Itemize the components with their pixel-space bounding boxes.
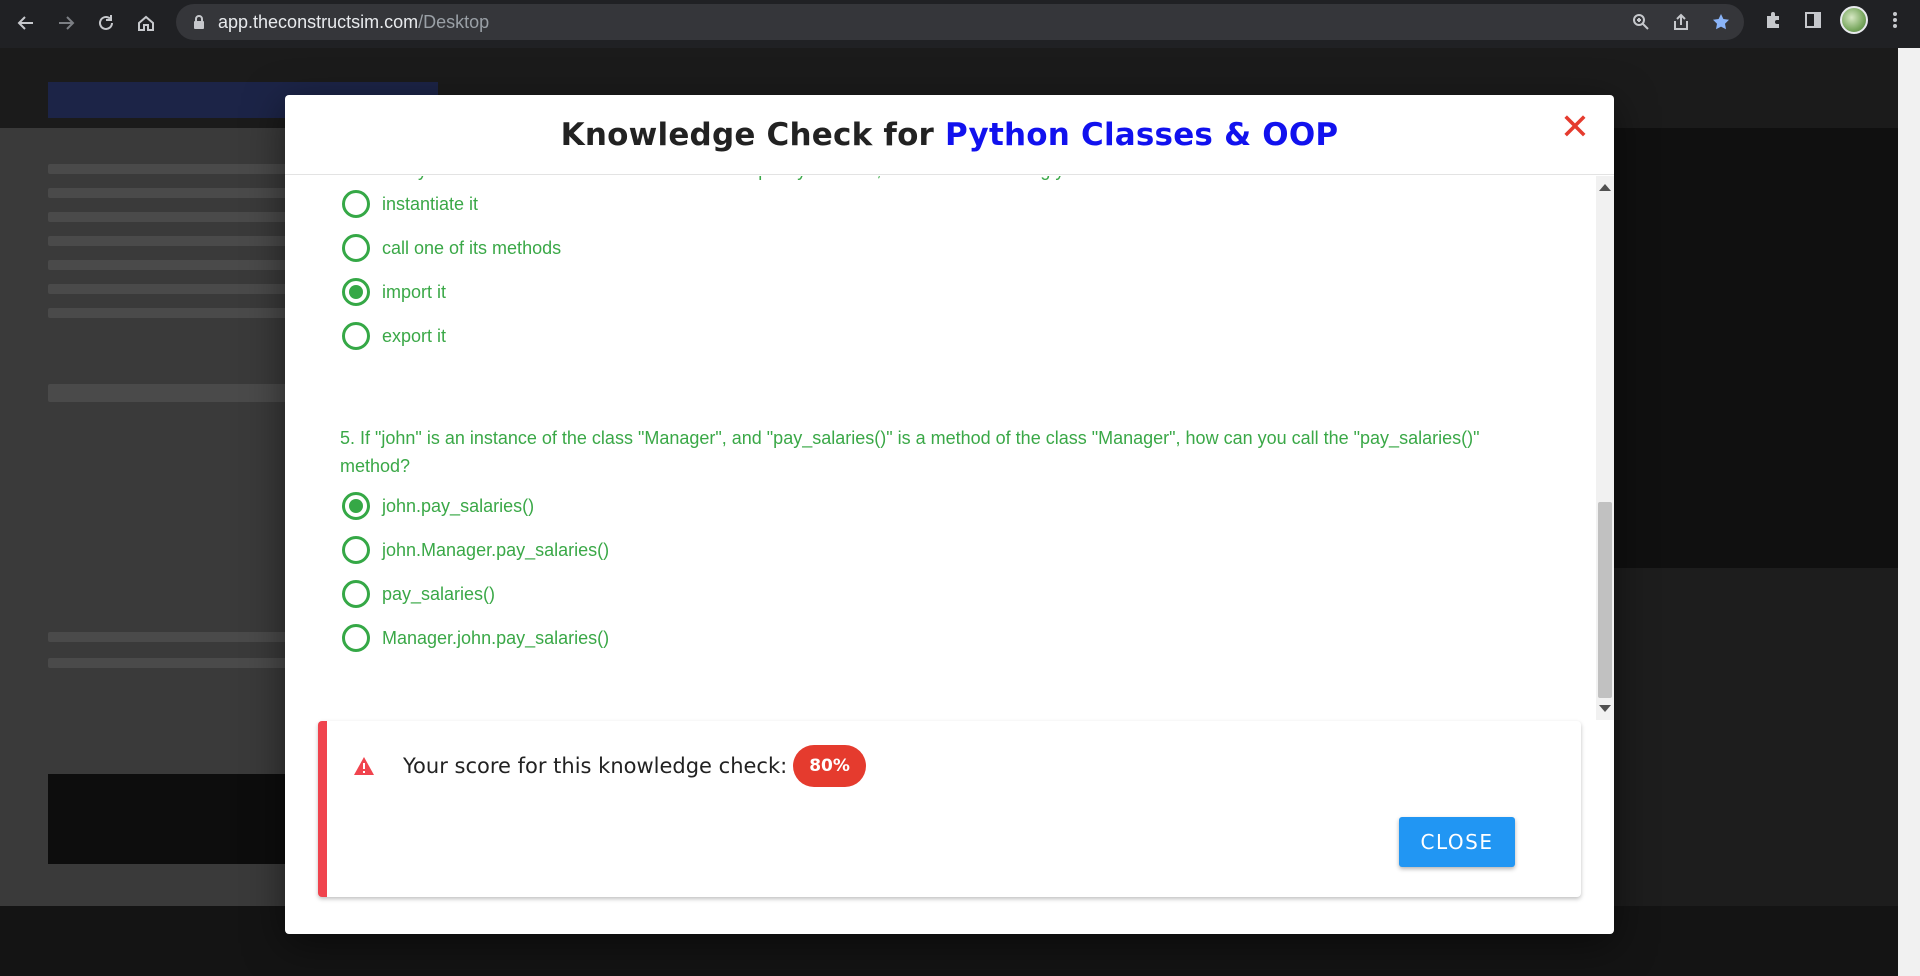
answer-option[interactable]: pay_salaries() <box>340 572 1540 616</box>
radio-unchecked-icon[interactable] <box>342 234 370 262</box>
home-icon[interactable] <box>126 3 166 43</box>
background-panel <box>1614 128 1898 568</box>
scroll-thumb[interactable] <box>1598 502 1612 698</box>
score-badge: 80% <box>793 745 866 787</box>
page-scrollbar[interactable] <box>1898 48 1920 976</box>
answer-option-label: import it <box>382 281 447 302</box>
answer-option-label: Manager.john.pay_salaries() <box>382 627 610 648</box>
background-text <box>48 212 288 222</box>
side-panel-icon[interactable] <box>1800 7 1826 33</box>
share-icon[interactable] <box>1668 9 1694 35</box>
scroll-down-arrow-icon[interactable] <box>1599 705 1611 712</box>
background-text <box>48 260 288 270</box>
background-text <box>48 284 288 294</box>
question-block: 5. If "john" is an instance of the class… <box>340 424 1540 660</box>
radio-unchecked-icon[interactable] <box>342 624 370 652</box>
background-text <box>48 632 288 642</box>
background-video <box>48 774 288 864</box>
radio-checked-icon[interactable] <box>342 492 370 520</box>
forward-icon[interactable] <box>46 3 86 43</box>
background-panel <box>1614 568 1898 908</box>
back-icon[interactable] <box>6 3 46 43</box>
bookmark-star-icon[interactable] <box>1708 9 1734 35</box>
zoom-icon[interactable] <box>1628 9 1654 35</box>
radio-unchecked-icon[interactable] <box>342 190 370 218</box>
answer-option[interactable]: john.Manager.pay_salaries() <box>340 528 1540 572</box>
scroll-up-arrow-icon[interactable] <box>1599 184 1611 191</box>
address-bar[interactable]: app.theconstructsim.com/Desktop <box>176 4 1744 40</box>
radio-unchecked-icon[interactable] <box>342 322 370 350</box>
background-text <box>48 658 288 668</box>
score-alert: Your score for this knowledge check: 80%… <box>318 721 1581 897</box>
title-prefix: Knowledge Check for <box>560 116 946 153</box>
url-host: app.theconstructsim.com <box>218 11 419 32</box>
question-text: 5. If "john" is an instance of the class… <box>340 428 1480 476</box>
modal-body[interactable]: 4. Before you can use a class defined in… <box>285 176 1614 720</box>
background-text <box>48 164 288 174</box>
radio-dot-icon <box>349 499 363 513</box>
url-path: /Desktop <box>418 11 490 32</box>
browser-toolbar: app.theconstructsim.com/Desktop <box>0 0 1920 45</box>
score-label: Your score for this knowledge check: <box>403 754 788 778</box>
reload-icon[interactable] <box>86 3 126 43</box>
close-button[interactable]: CLOSE <box>1399 817 1515 867</box>
modal-title: Knowledge Check for Python Classes & OOP <box>561 117 1339 153</box>
avatar[interactable] <box>1840 6 1868 34</box>
answer-option[interactable]: Manager.john.pay_salaries() <box>340 616 1540 660</box>
knowledge-check-modal: Knowledge Check for Python Classes & OOP… <box>285 95 1614 934</box>
radio-unchecked-icon[interactable] <box>342 536 370 564</box>
answer-option[interactable]: john.pay_salaries() <box>340 484 1540 528</box>
question-spacer <box>340 358 1540 424</box>
menu-icon[interactable] <box>1882 7 1908 33</box>
answer-option[interactable]: call one of its methods <box>340 226 1540 270</box>
modal-scrollbar[interactable] <box>1596 176 1614 720</box>
background-text <box>48 188 288 198</box>
warning-icon <box>354 757 374 775</box>
title-course-name: Python Classes & OOP <box>945 116 1339 153</box>
answer-option[interactable]: instantiate it <box>340 182 1540 226</box>
answer-option-label: pay_salaries() <box>382 583 496 604</box>
answer-option-label: john.pay_salaries() <box>382 495 535 516</box>
close-icon[interactable]: ✕ <box>1558 110 1592 146</box>
question-block: 4. Before you can use a class defined in… <box>340 176 1540 358</box>
background-text <box>48 236 288 246</box>
background-text <box>48 308 288 318</box>
answer-option[interactable]: import it <box>340 270 1540 314</box>
answer-option[interactable]: export it <box>340 314 1540 358</box>
lock-icon <box>194 15 204 29</box>
question-list: 4. Before you can use a class defined in… <box>340 176 1540 660</box>
modal-header: Knowledge Check for Python Classes & OOP… <box>285 95 1614 175</box>
url-text[interactable]: app.theconstructsim.com/Desktop <box>218 12 489 33</box>
answer-option-label: john.Manager.pay_salaries() <box>382 539 610 560</box>
answer-option-label: call one of its methods <box>382 237 562 258</box>
radio-dot-icon <box>349 285 363 299</box>
radio-checked-icon[interactable] <box>342 278 370 306</box>
extensions-icon[interactable] <box>1760 7 1786 33</box>
answer-option-label: export it <box>382 325 447 346</box>
answer-option-label: instantiate it <box>382 193 479 214</box>
background-heading <box>48 384 288 402</box>
radio-unchecked-icon[interactable] <box>342 580 370 608</box>
